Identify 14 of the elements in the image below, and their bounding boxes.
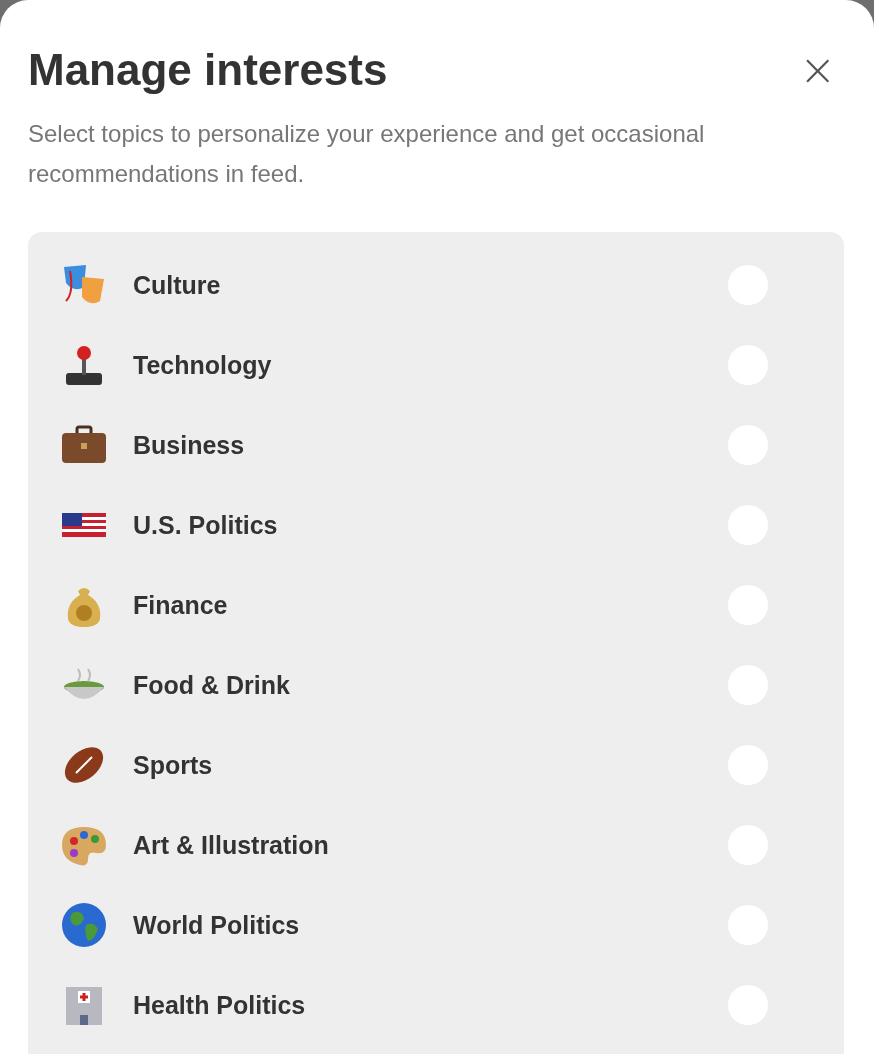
close-button[interactable]: ×	[791, 48, 844, 92]
globe-icon	[60, 901, 108, 949]
topic-label: U.S. Politics	[133, 510, 279, 540]
topic-label: Finance	[133, 590, 229, 620]
topic-label: Food & Drink	[133, 670, 291, 700]
dialog-description: Select topics to personalize your experience and get occasional recommendations in feed.	[28, 119, 706, 189]
topic-label: Technology	[133, 350, 273, 380]
dialog-title: Manage interests	[28, 44, 388, 96]
topic-label: Business	[133, 430, 246, 460]
topic-label: Health Politics	[133, 990, 307, 1020]
topic-label: World Politics	[133, 910, 301, 940]
topic-label: Art & Illustration	[133, 830, 330, 860]
topic-label: Sports	[133, 750, 214, 780]
topic-label: Culture	[133, 270, 222, 300]
